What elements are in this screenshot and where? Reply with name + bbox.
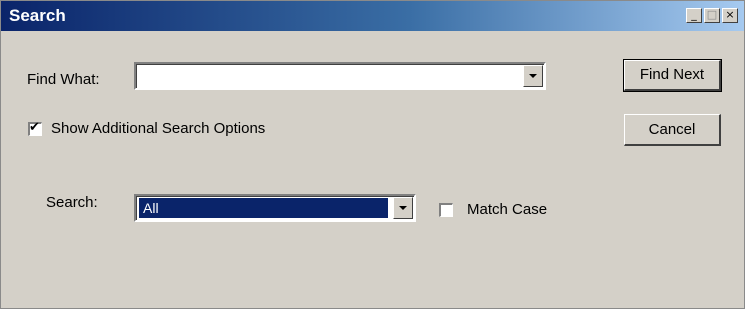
match-case-label[interactable]: Match Case	[467, 201, 547, 218]
show-options-checkbox[interactable]: ✔	[28, 120, 42, 136]
window-title: Search	[9, 6, 66, 25]
match-case-checkbox[interactable]	[439, 203, 453, 217]
find-next-button[interactable]: Find Next	[623, 59, 722, 92]
close-icon: ×	[725, 8, 735, 21]
search-scope-label: Search:	[46, 194, 98, 211]
find-what-combobox[interactable]	[134, 62, 546, 90]
close-button[interactable]: ×	[722, 8, 738, 23]
find-what-dropdown-button[interactable]	[523, 65, 543, 87]
maximize-icon: □	[706, 8, 718, 21]
checkmark-icon: ✔	[29, 120, 40, 135]
title-bar[interactable]: Search _ □ ×	[1, 1, 744, 31]
search-scope-value[interactable]: All	[139, 198, 388, 218]
chevron-down-icon	[529, 74, 537, 78]
minimize-icon: _	[691, 8, 697, 21]
minimize-button[interactable]: _	[686, 8, 702, 23]
cancel-button[interactable]: Cancel	[624, 114, 721, 146]
search-scope-combobox[interactable]: All	[134, 194, 416, 222]
search-scope-dropdown-button[interactable]	[393, 197, 413, 219]
show-options-label[interactable]: Show Additional Search Options	[51, 120, 265, 137]
maximize-button[interactable]: □	[704, 8, 720, 23]
find-what-input[interactable]	[139, 66, 147, 86]
find-what-label: Find What:	[27, 71, 100, 88]
search-dialog: Search _ □ × Find What: ✔ Show Additiona…	[0, 0, 745, 309]
chevron-down-icon	[399, 206, 407, 210]
